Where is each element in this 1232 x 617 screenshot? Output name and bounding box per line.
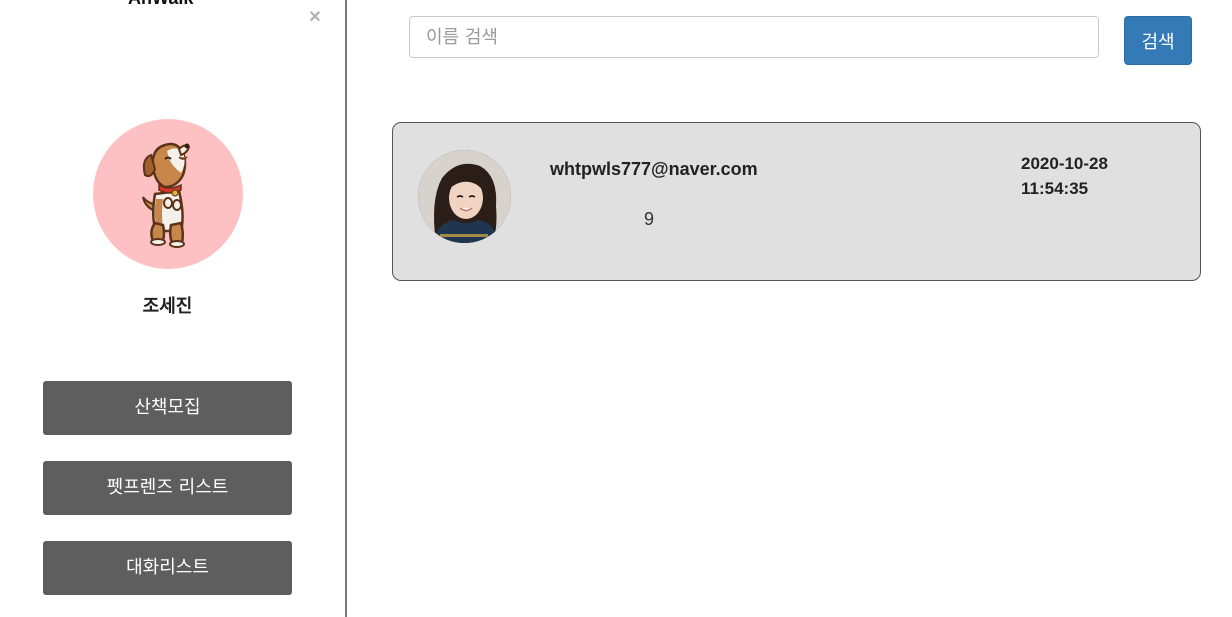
dog-icon <box>142 142 191 248</box>
user-photo-icon <box>418 150 511 243</box>
friend-email: whtpwls777@naver.com <box>550 159 758 179</box>
sidebar: AnWalk × <box>0 0 345 617</box>
profile-avatar <box>93 119 243 269</box>
search-button[interactable]: 검색 <box>1124 16 1192 65</box>
profile-name: 조세진 <box>142 296 193 317</box>
name-search-input[interactable] <box>409 16 1099 58</box>
chat-list-button[interactable]: 대화리스트 <box>43 541 292 595</box>
brand-logo: AnWalk <box>128 0 193 9</box>
pet-friends-list-button[interactable]: 펫프렌즈 리스트 <box>43 461 292 515</box>
sidebar-divider <box>345 0 347 617</box>
friend-time: 11:54:35 <box>1021 179 1089 198</box>
friend-count: 9 <box>644 209 655 229</box>
friend-avatar <box>418 150 511 243</box>
close-sidebar-button[interactable]: × <box>305 6 325 28</box>
friend-list-item[interactable]: whtpwls777@naver.com 9 2020-10-28 11:54:… <box>392 122 1201 281</box>
friend-date: 2020-10-28 <box>1021 154 1108 173</box>
walk-recruit-button[interactable]: 산책모집 <box>43 381 292 435</box>
friend-timestamp: 2020-10-28 11:54:35 <box>1021 151 1108 201</box>
